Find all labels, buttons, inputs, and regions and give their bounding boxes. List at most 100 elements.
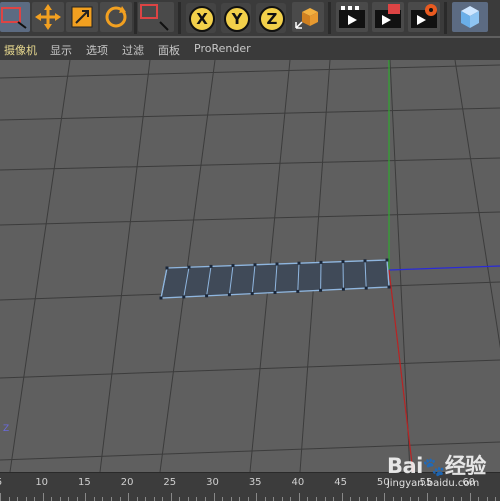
z-axis-line bbox=[389, 270, 413, 472]
rotate-tool-icon[interactable] bbox=[100, 2, 132, 32]
toolbar-divider bbox=[444, 2, 447, 34]
timeline-tick-mark bbox=[478, 497, 479, 501]
mesh-vertex bbox=[205, 294, 208, 297]
timeline-tick-mark bbox=[418, 497, 419, 501]
mesh-vertex bbox=[188, 266, 191, 269]
timeline-tick-mark bbox=[453, 497, 454, 501]
timeline-tick-mark bbox=[333, 497, 334, 501]
baidu-jingyan-watermark: Bai🐾经验 jingyan.baidu.com bbox=[387, 450, 499, 496]
timeline-tick-mark bbox=[350, 497, 351, 501]
mesh-vertex bbox=[319, 289, 322, 292]
timeline-tick-mark bbox=[26, 497, 27, 501]
mesh-vertex bbox=[166, 267, 169, 270]
menu-panel[interactable]: 面板 bbox=[158, 42, 180, 58]
z-axis-lock-button[interactable]: Z bbox=[256, 3, 286, 33]
z-axis-lock-label: Z bbox=[259, 6, 285, 32]
timeline-tick-label: 10 bbox=[35, 477, 48, 488]
timeline-tick-mark bbox=[222, 497, 223, 501]
timeline-tick-label: 45 bbox=[334, 477, 347, 488]
grid-line bbox=[100, 60, 150, 472]
toolbar-divider bbox=[134, 2, 137, 34]
z-axis-label: Z bbox=[3, 424, 9, 434]
mesh-vertex bbox=[296, 290, 299, 293]
timeline-tick-mark bbox=[376, 497, 377, 501]
timeline-tick-mark bbox=[231, 497, 232, 501]
y-axis-lock-label: Y bbox=[224, 6, 250, 32]
mesh-vertex bbox=[254, 263, 257, 266]
mesh-vertex bbox=[365, 287, 368, 290]
coordinate-system-icon[interactable] bbox=[292, 2, 324, 32]
timeline-tick-mark bbox=[60, 497, 61, 501]
mesh-vertex bbox=[274, 291, 277, 294]
timeline-tick-mark bbox=[179, 497, 180, 501]
timeline-tick-mark bbox=[265, 497, 266, 501]
timeline-tick-mark bbox=[145, 497, 146, 501]
timeline-tick-mark bbox=[273, 497, 274, 501]
menu-filter[interactable]: 过滤 bbox=[122, 42, 144, 58]
timeline-tick-mark bbox=[239, 497, 240, 501]
scale-tool-icon[interactable] bbox=[66, 2, 98, 32]
mesh-vertex bbox=[342, 260, 345, 263]
timeline-tick-mark bbox=[51, 497, 52, 501]
mesh-vertex bbox=[251, 292, 254, 295]
timeline-tick-mark bbox=[17, 497, 18, 501]
x-axis-lock-label: X bbox=[189, 6, 215, 32]
timeline-tick-mark bbox=[410, 497, 411, 501]
mesh-vertex bbox=[160, 297, 163, 300]
toolbar-divider bbox=[178, 2, 181, 34]
cube-primitive-icon[interactable] bbox=[452, 2, 488, 32]
render-view-icon[interactable] bbox=[336, 2, 368, 32]
timeline-tick-label: 40 bbox=[292, 477, 305, 488]
render-settings-icon[interactable] bbox=[408, 2, 440, 32]
timeline-tick-mark bbox=[77, 497, 78, 501]
timeline-tick-mark bbox=[282, 497, 283, 501]
perspective-viewport[interactable]: Z bbox=[0, 60, 500, 472]
grid-line bbox=[0, 65, 500, 78]
timeline-tick-label: 5 bbox=[0, 477, 2, 488]
timeline-tick-mark bbox=[359, 497, 360, 501]
main-toolbar: X Y Z bbox=[0, 0, 500, 36]
mesh-vertex bbox=[228, 293, 231, 296]
grid-line bbox=[0, 158, 500, 170]
mesh-vertex bbox=[182, 295, 185, 298]
render-to-picture-viewer-icon[interactable] bbox=[372, 2, 404, 32]
menu-display[interactable]: 显示 bbox=[50, 42, 72, 58]
menu-prorender[interactable]: ProRender bbox=[194, 42, 251, 55]
grid-line bbox=[10, 60, 70, 472]
timeline-tick-mark bbox=[325, 497, 326, 501]
timeline-tick-label: 20 bbox=[121, 477, 134, 488]
grid-line bbox=[0, 108, 500, 120]
recent-tools-icon[interactable] bbox=[138, 2, 174, 32]
mesh-vertex bbox=[276, 263, 279, 266]
grid-line bbox=[0, 360, 500, 378]
timeline-tick-mark bbox=[436, 497, 437, 501]
timeline-tick-mark bbox=[154, 497, 155, 501]
timeline-tick-mark bbox=[461, 497, 462, 501]
menu-camera[interactable]: 摄像机 bbox=[4, 42, 37, 58]
viewport-grid bbox=[0, 60, 500, 472]
timeline-tick-mark bbox=[401, 497, 402, 501]
viewport-menu-bar: 摄像机 显示 选项 过滤 面板 ProRender bbox=[0, 38, 500, 60]
y-axis-lock-button[interactable]: Y bbox=[221, 3, 251, 33]
timeline-tick-mark bbox=[120, 497, 121, 501]
mesh-vertex bbox=[364, 259, 367, 262]
move-tool-icon[interactable] bbox=[32, 2, 64, 32]
timeline-tick-mark bbox=[444, 497, 445, 501]
grid-line bbox=[390, 60, 410, 472]
menu-options[interactable]: 选项 bbox=[86, 42, 108, 58]
timeline-tick-mark bbox=[94, 497, 95, 501]
timeline-tick-mark bbox=[307, 497, 308, 501]
mesh-vertex bbox=[298, 262, 301, 265]
toolbar-divider bbox=[328, 2, 331, 34]
timeline-tick-mark bbox=[316, 497, 317, 501]
grid-line bbox=[0, 212, 500, 225]
timeline-tick-mark bbox=[137, 497, 138, 501]
x-axis-lock-button[interactable]: X bbox=[186, 3, 216, 33]
timeline-tick-mark bbox=[248, 497, 249, 501]
timeline-tick-mark bbox=[162, 497, 163, 501]
timeline-tick-mark bbox=[188, 497, 189, 501]
live-selection-tool-icon[interactable] bbox=[0, 2, 30, 32]
x-axis-line bbox=[389, 266, 500, 270]
timeline-tick-mark bbox=[290, 497, 291, 501]
timeline-tick-mark bbox=[111, 497, 112, 501]
